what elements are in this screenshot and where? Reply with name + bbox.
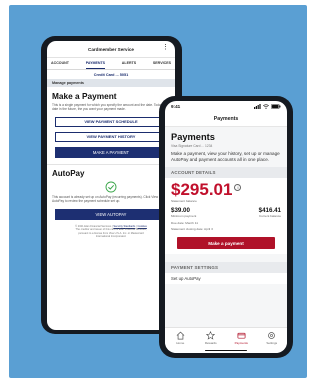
status-time: 9:41 <box>171 104 181 109</box>
tab-rewards-label: Rewards <box>204 341 217 345</box>
view-payment-history-button[interactable]: VIEW PAYMENT HISTORY <box>55 131 167 142</box>
content: Payments Visa Signature Card ... 1234 Ma… <box>165 127 287 327</box>
account-details-card: $295.01 i Statement balance $39.00 Minim… <box>165 178 287 255</box>
due-date: Due date: March 11 <box>171 221 198 226</box>
account-details-header: ACCOUNT DETAILS <box>165 167 287 179</box>
make-a-payment-button[interactable]: Make a payment <box>177 237 275 250</box>
autopay-description: This account is already set up on AutoPa… <box>52 194 159 204</box>
status-icons <box>254 104 281 109</box>
make-payment-description: This is a single payment for which you s… <box>52 103 169 112</box>
statement-closing-date: Statement closing date: April 3 <box>171 227 213 232</box>
tab-payments-label: Payments <box>234 341 248 345</box>
app-header: Cardmember Service ⋮ <box>47 41 175 58</box>
tab-bar: ACCOUNT PAYMENTS ALERTS SERVICES <box>47 58 175 70</box>
card-icon <box>237 332 246 339</box>
gear-icon <box>268 332 276 339</box>
battery-icon <box>271 104 281 109</box>
check-circle-icon <box>47 180 175 195</box>
tab-account[interactable]: ACCOUNT <box>51 61 69 69</box>
front-phone-screen: 9:41 Payments Payments Visa Signature Ca… <box>165 101 287 353</box>
footer: © 2021 Elan Financial Services | Securit… <box>47 220 175 239</box>
payment-settings-header: PAYMENT SETTINGS <box>165 262 287 274</box>
nav-title: Payments <box>165 112 287 127</box>
tab-settings-label: Settings <box>266 341 278 345</box>
statement-balance-label: Statement balance <box>171 199 197 204</box>
wifi-icon <box>263 104 269 109</box>
status-bar: 9:41 <box>165 101 287 112</box>
manage-payments-banner: Manage payments <box>47 79 175 87</box>
autopay-heading: AutoPay <box>52 168 85 178</box>
minimum-payment: $39.00 <box>171 207 190 215</box>
home-indicator <box>205 349 247 351</box>
tab-payments[interactable]: PAYMENTS <box>85 61 106 69</box>
tab-services[interactable]: SERVICES <box>153 61 171 69</box>
current-balance-label: Current balance <box>258 214 281 219</box>
app-title: Cardmember Service <box>88 46 134 52</box>
tab-home-label: Home <box>176 341 185 345</box>
tab-settings[interactable]: Settings <box>261 331 283 353</box>
tab-home[interactable]: Home <box>169 331 191 353</box>
make-payment-heading: Make a Payment <box>52 91 117 101</box>
page-title: Payments <box>171 132 215 142</box>
setup-autopay-link[interactable]: Set up AutoPay <box>165 273 287 285</box>
info-icon[interactable]: i <box>234 184 242 192</box>
card-line: Visa Signature Card ... 1234 <box>171 144 213 148</box>
kebab-menu-icon[interactable]: ⋮ <box>162 44 169 51</box>
card-selector[interactable]: Credit Card ... 5051 <box>47 70 175 79</box>
footer-line-4: International Incorporated. <box>95 235 127 239</box>
star-icon <box>206 331 216 340</box>
make-a-payment-button[interactable]: MAKE A PAYMENT <box>55 146 167 158</box>
minimum-payment-label: Minimum payment <box>171 214 197 219</box>
statement-balance: $295.01 <box>171 180 233 200</box>
home-icon <box>176 331 185 340</box>
view-payment-schedule-button[interactable]: VIEW PAYMENT SCHEDULE <box>55 116 167 127</box>
tab-alerts[interactable]: ALERTS <box>122 61 136 69</box>
footer-line-2: The creditor and issuer of this card is … <box>75 228 147 232</box>
signal-icon <box>254 104 261 109</box>
current-balance: $416.41 <box>258 207 281 215</box>
intro-text: Make a payment, view your history, set u… <box>171 151 280 163</box>
view-autopay-button[interactable]: VIEW AUTOPAY <box>55 208 167 220</box>
back-phone-screen: Cardmember Service ⋮ ACCOUNT PAYMENTS AL… <box>47 41 175 330</box>
